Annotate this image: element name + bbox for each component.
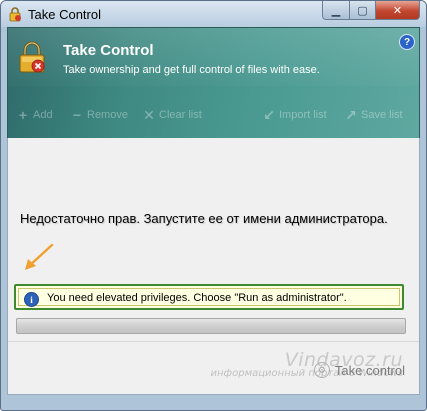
remove-button[interactable]: − Remove: [70, 104, 128, 126]
save-list-label: Save list: [361, 109, 403, 121]
remove-label: Remove: [87, 109, 128, 121]
clear-x-icon: ✕: [143, 106, 155, 123]
annotation-text: Недостаточно прав. Запустите ее от имени…: [20, 211, 388, 226]
take-control-button[interactable]: ⚙ Take control: [313, 360, 405, 380]
content-area: Недостаточно прав. Запустите ее от имени…: [7, 138, 420, 395]
add-label: Add: [33, 109, 53, 121]
padlock-icon: [19, 41, 45, 73]
app-window: Take Control ▁ ▢ ✕ Take Control Take own…: [0, 0, 427, 411]
footer-divider: [8, 341, 419, 342]
info-icon: i: [24, 292, 39, 307]
title-bar[interactable]: Take Control ▁ ▢ ✕: [1, 1, 426, 27]
import-icon: ↙: [263, 106, 275, 123]
import-list-label: Import list: [279, 109, 327, 121]
info-bar: i You need elevated privileges. Choose "…: [14, 284, 404, 310]
save-list-button[interactable]: ↗ Save list: [344, 104, 403, 126]
progress-bar: [16, 318, 406, 334]
window-title: Take Control: [28, 7, 101, 22]
annotation-arrow-icon: [25, 243, 54, 270]
save-icon: ↗: [345, 106, 357, 123]
app-title: Take Control: [63, 42, 154, 59]
toolbar: + Add − Remove ✕ Clear list ↙ Import lis…: [8, 104, 419, 126]
clear-list-button[interactable]: ✕ Clear list: [142, 104, 202, 126]
caption-buttons: ▁ ▢ ✕: [322, 1, 420, 20]
import-list-button[interactable]: ↙ Import list: [262, 104, 327, 126]
app-subtitle: Take ownership and get full control of f…: [63, 64, 320, 76]
maximize-icon: ▢: [357, 4, 368, 17]
app-header: Take Control Take ownership and get full…: [7, 27, 420, 139]
clear-list-label: Clear list: [159, 109, 202, 121]
maximize-button[interactable]: ▢: [350, 1, 376, 20]
minimize-button[interactable]: ▁: [322, 1, 350, 20]
add-button[interactable]: + Add: [16, 104, 53, 126]
close-icon: ✕: [392, 4, 403, 17]
close-button[interactable]: ✕: [376, 1, 420, 20]
help-icon[interactable]: ?: [399, 34, 415, 50]
take-control-icon: ⚙: [313, 362, 330, 378]
info-message: You need elevated privileges. Choose "Ru…: [47, 292, 347, 304]
minus-icon: −: [72, 107, 82, 123]
help-label: ?: [403, 36, 411, 48]
take-control-label: Take control: [334, 362, 405, 378]
padlock-app-icon: [9, 7, 21, 22]
minimize-icon: ▁: [331, 4, 341, 17]
plus-icon: +: [18, 107, 28, 123]
info-bar-inner: i You need elevated privileges. Choose "…: [18, 288, 400, 307]
